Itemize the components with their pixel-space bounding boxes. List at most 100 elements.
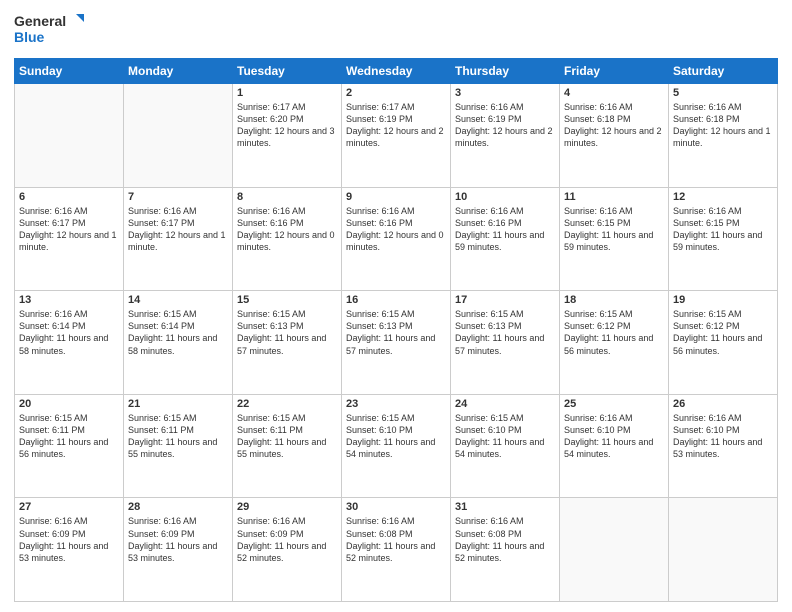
svg-text:Blue: Blue	[14, 29, 45, 45]
calendar-cell: 12 Sunrise: 6:16 AMSunset: 6:15 PMDayligh…	[669, 187, 778, 291]
day-number: 25	[564, 398, 664, 410]
cell-content: Sunrise: 6:15 AMSunset: 6:13 PMDaylight:…	[237, 308, 337, 357]
day-number: 10	[455, 191, 555, 203]
cell-content: Sunrise: 6:15 AMSunset: 6:11 PMDaylight:…	[128, 412, 228, 461]
day-number: 7	[128, 191, 228, 203]
day-number: 22	[237, 398, 337, 410]
calendar-cell: 15 Sunrise: 6:15 AMSunset: 6:13 PMDayligh…	[233, 291, 342, 395]
calendar-cell: 8 Sunrise: 6:16 AMSunset: 6:16 PMDaylight…	[233, 187, 342, 291]
calendar-cell: 26 Sunrise: 6:16 AMSunset: 6:10 PMDayligh…	[669, 394, 778, 498]
day-number: 31	[455, 501, 555, 513]
day-of-week-header: Thursday	[451, 59, 560, 84]
cell-content: Sunrise: 6:16 AMSunset: 6:17 PMDaylight:…	[128, 205, 228, 254]
day-of-week-header: Friday	[560, 59, 669, 84]
calendar-cell	[669, 498, 778, 602]
day-number: 14	[128, 294, 228, 306]
day-of-week-header: Sunday	[15, 59, 124, 84]
cell-content: Sunrise: 6:15 AMSunset: 6:14 PMDaylight:…	[128, 308, 228, 357]
calendar-cell: 7 Sunrise: 6:16 AMSunset: 6:17 PMDaylight…	[124, 187, 233, 291]
day-number: 30	[346, 501, 446, 513]
day-of-week-header: Saturday	[669, 59, 778, 84]
day-number: 21	[128, 398, 228, 410]
cell-content: Sunrise: 6:16 AMSunset: 6:09 PMDaylight:…	[19, 515, 119, 564]
calendar-cell	[124, 84, 233, 188]
calendar-cell: 25 Sunrise: 6:16 AMSunset: 6:10 PMDayligh…	[560, 394, 669, 498]
day-number: 11	[564, 191, 664, 203]
day-number: 29	[237, 501, 337, 513]
calendar-cell: 19 Sunrise: 6:15 AMSunset: 6:12 PMDayligh…	[669, 291, 778, 395]
calendar-cell	[15, 84, 124, 188]
calendar-cell: 10 Sunrise: 6:16 AMSunset: 6:16 PMDayligh…	[451, 187, 560, 291]
cell-content: Sunrise: 6:15 AMSunset: 6:11 PMDaylight:…	[19, 412, 119, 461]
cell-content: Sunrise: 6:15 AMSunset: 6:10 PMDaylight:…	[455, 412, 555, 461]
calendar-cell: 30 Sunrise: 6:16 AMSunset: 6:08 PMDayligh…	[342, 498, 451, 602]
calendar-table: SundayMondayTuesdayWednesdayThursdayFrid…	[14, 58, 778, 602]
calendar-cell: 13 Sunrise: 6:16 AMSunset: 6:14 PMDayligh…	[15, 291, 124, 395]
day-of-week-header: Monday	[124, 59, 233, 84]
day-number: 12	[673, 191, 773, 203]
cell-content: Sunrise: 6:16 AMSunset: 6:16 PMDaylight:…	[455, 205, 555, 254]
calendar-cell: 14 Sunrise: 6:15 AMSunset: 6:14 PMDayligh…	[124, 291, 233, 395]
cell-content: Sunrise: 6:17 AMSunset: 6:19 PMDaylight:…	[346, 101, 446, 150]
calendar-cell: 17Sunrise: 6:15 AMSunset: 6:13 PMDayligh…	[451, 291, 560, 395]
cell-content: Sunrise: 6:16 AMSunset: 6:08 PMDaylight:…	[455, 515, 555, 564]
svg-text:General: General	[14, 13, 66, 29]
cell-content: Sunrise: 6:16 AMSunset: 6:14 PMDaylight:…	[19, 308, 119, 357]
day-number: 15	[237, 294, 337, 306]
cell-content: Sunrise: 6:16 AMSunset: 6:16 PMDaylight:…	[346, 205, 446, 254]
cell-content: Sunrise: 6:15 AMSunset: 6:13 PMDaylight:…	[455, 308, 555, 357]
calendar-cell: 27 Sunrise: 6:16 AMSunset: 6:09 PMDayligh…	[15, 498, 124, 602]
day-number: 18	[564, 294, 664, 306]
day-number: 19	[673, 294, 773, 306]
cell-content: Sunrise: 6:16 AMSunset: 6:09 PMDaylight:…	[128, 515, 228, 564]
calendar-cell: 6 Sunrise: 6:16 AMSunset: 6:17 PMDaylight…	[15, 187, 124, 291]
calendar-cell: 21 Sunrise: 6:15 AMSunset: 6:11 PMDayligh…	[124, 394, 233, 498]
calendar-cell: 24 Sunrise: 6:15 AMSunset: 6:10 PMDayligh…	[451, 394, 560, 498]
cell-content: Sunrise: 6:16 AMSunset: 6:10 PMDaylight:…	[564, 412, 664, 461]
day-number: 1	[237, 87, 337, 99]
day-number: 3	[455, 87, 555, 99]
logo: General Blue	[14, 10, 84, 50]
cell-content: Sunrise: 6:16 AMSunset: 6:08 PMDaylight:…	[346, 515, 446, 564]
day-number: 20	[19, 398, 119, 410]
cell-content: Sunrise: 6:15 AMSunset: 6:13 PMDaylight:…	[346, 308, 446, 357]
cell-content: Sunrise: 6:16 AMSunset: 6:16 PMDaylight:…	[237, 205, 337, 254]
day-number: 2	[346, 87, 446, 99]
logo-icon: General Blue	[14, 10, 84, 50]
day-number: 13	[19, 294, 119, 306]
day-number: 28	[128, 501, 228, 513]
cell-content: Sunrise: 6:15 AMSunset: 6:12 PMDaylight:…	[673, 308, 773, 357]
cell-content: Sunrise: 6:16 AMSunset: 6:09 PMDaylight:…	[237, 515, 337, 564]
cell-content: Sunrise: 6:16 AMSunset: 6:10 PMDaylight:…	[673, 412, 773, 461]
day-of-week-header: Wednesday	[342, 59, 451, 84]
day-number: 9	[346, 191, 446, 203]
calendar-cell: 3 Sunrise: 6:16 AMSunset: 6:19 PMDaylight…	[451, 84, 560, 188]
calendar-cell: 1 Sunrise: 6:17 AMSunset: 6:20 PMDaylight…	[233, 84, 342, 188]
calendar-cell: 4 Sunrise: 6:16 AMSunset: 6:18 PMDaylight…	[560, 84, 669, 188]
calendar-cell	[560, 498, 669, 602]
day-number: 26	[673, 398, 773, 410]
calendar-cell: 28 Sunrise: 6:16 AMSunset: 6:09 PMDayligh…	[124, 498, 233, 602]
cell-content: Sunrise: 6:16 AMSunset: 6:15 PMDaylight:…	[564, 205, 664, 254]
day-number: 24	[455, 398, 555, 410]
cell-content: Sunrise: 6:17 AMSunset: 6:20 PMDaylight:…	[237, 101, 337, 150]
cell-content: Sunrise: 6:16 AMSunset: 6:18 PMDaylight:…	[564, 101, 664, 150]
calendar-cell: 29 Sunrise: 6:16 AMSunset: 6:09 PMDayligh…	[233, 498, 342, 602]
calendar-cell: 18Sunrise: 6:15 AMSunset: 6:12 PMDayligh…	[560, 291, 669, 395]
cell-content: Sunrise: 6:16 AMSunset: 6:17 PMDaylight:…	[19, 205, 119, 254]
calendar-cell: 20 Sunrise: 6:15 AMSunset: 6:11 PMDayligh…	[15, 394, 124, 498]
day-number: 6	[19, 191, 119, 203]
cell-content: Sunrise: 6:16 AMSunset: 6:19 PMDaylight:…	[455, 101, 555, 150]
cell-content: Sunrise: 6:16 AMSunset: 6:15 PMDaylight:…	[673, 205, 773, 254]
calendar-cell: 9 Sunrise: 6:16 AMSunset: 6:16 PMDaylight…	[342, 187, 451, 291]
calendar-cell: 5Sunrise: 6:16 AMSunset: 6:18 PMDaylight…	[669, 84, 778, 188]
day-number: 16	[346, 294, 446, 306]
page: General Blue SundayMondayTuesdayWednesda…	[0, 0, 792, 612]
calendar-cell: 16 Sunrise: 6:15 AMSunset: 6:13 PMDayligh…	[342, 291, 451, 395]
day-number: 27	[19, 501, 119, 513]
calendar-cell: 2 Sunrise: 6:17 AMSunset: 6:19 PMDaylight…	[342, 84, 451, 188]
calendar-cell: 11 Sunrise: 6:16 AMSunset: 6:15 PMDayligh…	[560, 187, 669, 291]
day-number: 8	[237, 191, 337, 203]
cell-content: Sunrise: 6:16 AMSunset: 6:18 PMDaylight:…	[673, 101, 773, 150]
day-number: 4	[564, 87, 664, 99]
